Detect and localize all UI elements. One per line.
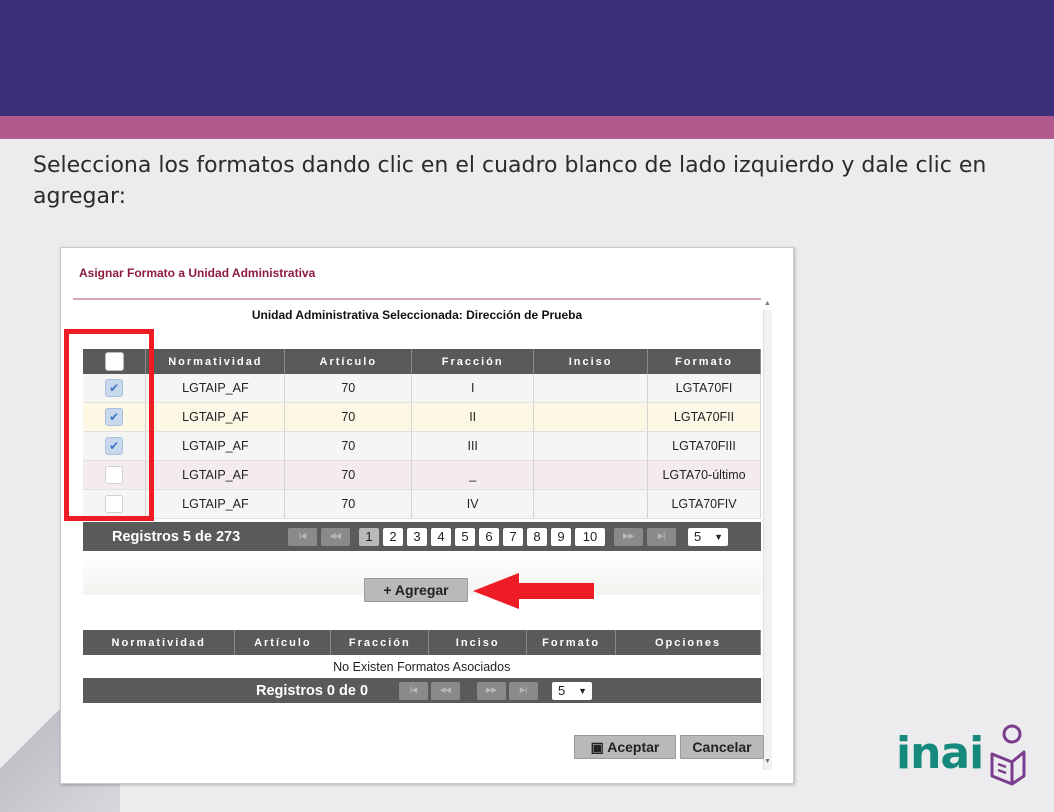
first-page-icon[interactable]: |◀ xyxy=(288,528,317,546)
page-button[interactable]: 8 xyxy=(527,528,547,546)
last-page-icon[interactable]: ▶| xyxy=(647,528,676,546)
prev-page-icon[interactable]: ◀◀ xyxy=(321,528,350,546)
column-header[interactable]: Fracción xyxy=(330,630,430,655)
cell-inciso xyxy=(533,460,649,490)
selected-unit-label: Unidad Administrativa Seleccionada: Dire… xyxy=(251,308,583,322)
column-header[interactable]: Formato xyxy=(526,630,617,655)
pager-top: Registros 5 de 273 |◀ ◀◀ 1 2 3 4 5 6 7 8… xyxy=(83,522,761,551)
cell-normatividad: LGTAIP_AF xyxy=(145,489,286,519)
page-size-select[interactable]: 5 ▼ xyxy=(688,528,728,546)
column-header[interactable]: Normatividad xyxy=(83,630,236,655)
table-row: ✔ LGTAIP_AF 70 I LGTA70FI xyxy=(83,374,761,403)
cell-formato: LGTA70FI xyxy=(647,374,761,403)
page-button[interactable]: 2 xyxy=(383,528,403,546)
records-count: Registros 5 de 273 xyxy=(112,529,241,545)
page-button[interactable]: 6 xyxy=(479,528,499,546)
cancel-button[interactable]: Cancelar xyxy=(680,735,764,759)
last-page-icon[interactable]: ▶| xyxy=(509,682,538,700)
cell-articulo: 70 xyxy=(284,489,413,519)
cell-inciso xyxy=(533,374,649,403)
checkbox-highlight-box xyxy=(64,329,154,521)
cell-formato: LGTA70FIV xyxy=(647,489,761,519)
chevron-down-icon: ▼ xyxy=(578,686,587,696)
accent-band xyxy=(0,116,1054,139)
associated-formats-table: Normatividad Artículo Fracción Inciso Fo… xyxy=(83,630,761,680)
title-divider xyxy=(73,298,761,300)
cell-inciso xyxy=(533,489,649,519)
page-button[interactable]: 10 xyxy=(575,528,605,546)
page-button[interactable]: 4 xyxy=(431,528,451,546)
cell-normatividad: LGTAIP_AF xyxy=(145,431,286,461)
plus-icon: + xyxy=(383,582,395,598)
empty-row: No Existen Formatos Asociados xyxy=(83,655,761,680)
page-button[interactable]: 9 xyxy=(551,528,571,546)
accept-button[interactable]: ▣ Aceptar xyxy=(574,735,676,759)
cell-inciso xyxy=(533,402,649,432)
scrollbar[interactable] xyxy=(763,310,772,770)
cell-formato: LGTA70FII xyxy=(647,402,761,432)
cell-normatividad: LGTAIP_AF xyxy=(145,460,286,490)
column-header[interactable]: Inciso xyxy=(533,349,649,374)
page-size-select[interactable]: 5 ▼ xyxy=(552,682,592,700)
cell-articulo: 70 xyxy=(284,374,413,403)
cell-articulo: 70 xyxy=(284,431,413,461)
next-page-icon[interactable]: ▶▶ xyxy=(614,528,643,546)
column-header[interactable]: Inciso xyxy=(428,630,528,655)
first-page-icon[interactable]: |◀ xyxy=(399,682,428,700)
page-button[interactable]: 7 xyxy=(503,528,523,546)
cell-fraccion: II xyxy=(411,402,535,432)
records-count: Registros 0 de 0 xyxy=(256,683,369,699)
empty-message: No Existen Formatos Asociados xyxy=(83,655,761,680)
table-row: LGTAIP_AF 70 IV LGTA70FIV xyxy=(83,489,761,519)
column-header[interactable]: Formato xyxy=(647,349,761,374)
cell-fraccion: _ xyxy=(411,460,535,490)
column-header[interactable]: Artículo xyxy=(284,349,413,374)
cell-formato: LGTA70-último xyxy=(647,460,761,490)
cell-normatividad: LGTAIP_AF xyxy=(145,374,286,403)
dialog-title: Asignar Formato a Unidad Administrativa xyxy=(79,266,316,280)
cell-formato: LGTA70FIII xyxy=(647,431,761,461)
column-header[interactable]: Normatividad xyxy=(145,349,286,374)
cell-fraccion: IV xyxy=(411,489,535,519)
table-row: ✔ LGTAIP_AF 70 II LGTA70FII xyxy=(83,402,761,432)
arrow-shape xyxy=(473,573,594,609)
table-row: LGTAIP_AF 70 _ LGTA70-último xyxy=(83,460,761,490)
pointer-arrow-icon xyxy=(473,573,594,609)
table-row: ✔ LGTAIP_AF 70 III LGTA70FIII xyxy=(83,431,761,461)
cell-fraccion: I xyxy=(411,374,535,403)
column-header[interactable]: Fracción xyxy=(411,349,535,374)
prev-page-icon[interactable]: ◀◀ xyxy=(431,682,460,700)
logo-text: inai xyxy=(896,728,984,779)
instruction-text: Selecciona los formatos dando clic en el… xyxy=(33,153,987,209)
cell-fraccion: III xyxy=(411,431,535,461)
column-header[interactable]: Opciones xyxy=(615,630,761,655)
column-header[interactable]: Artículo xyxy=(234,630,332,655)
cell-normatividad: LGTAIP_AF xyxy=(145,402,286,432)
next-page-icon[interactable]: ▶▶ xyxy=(477,682,506,700)
dialog-screenshot: Asignar Formato a Unidad Administrativa … xyxy=(60,247,794,784)
formats-table: Normatividad Artículo Fracción Inciso Fo… xyxy=(83,349,761,519)
cell-articulo: 70 xyxy=(284,460,413,490)
scroll-down-icon[interactable]: ▼ xyxy=(763,758,772,767)
page-button[interactable]: 5 xyxy=(455,528,475,546)
save-icon: ▣ xyxy=(590,739,608,755)
page-button[interactable]: 1 xyxy=(359,528,379,546)
pager-bottom: Registros 0 de 0 |◀ ◀◀ ▶▶ ▶| 5 ▼ xyxy=(83,678,761,703)
add-button[interactable]: + Agregar xyxy=(364,578,468,602)
cell-articulo: 70 xyxy=(284,402,413,432)
page-button[interactable]: 3 xyxy=(407,528,427,546)
header-band xyxy=(0,0,1054,116)
reader-icon xyxy=(990,724,1026,786)
chevron-down-icon: ▼ xyxy=(714,532,723,542)
cell-inciso xyxy=(533,431,649,461)
